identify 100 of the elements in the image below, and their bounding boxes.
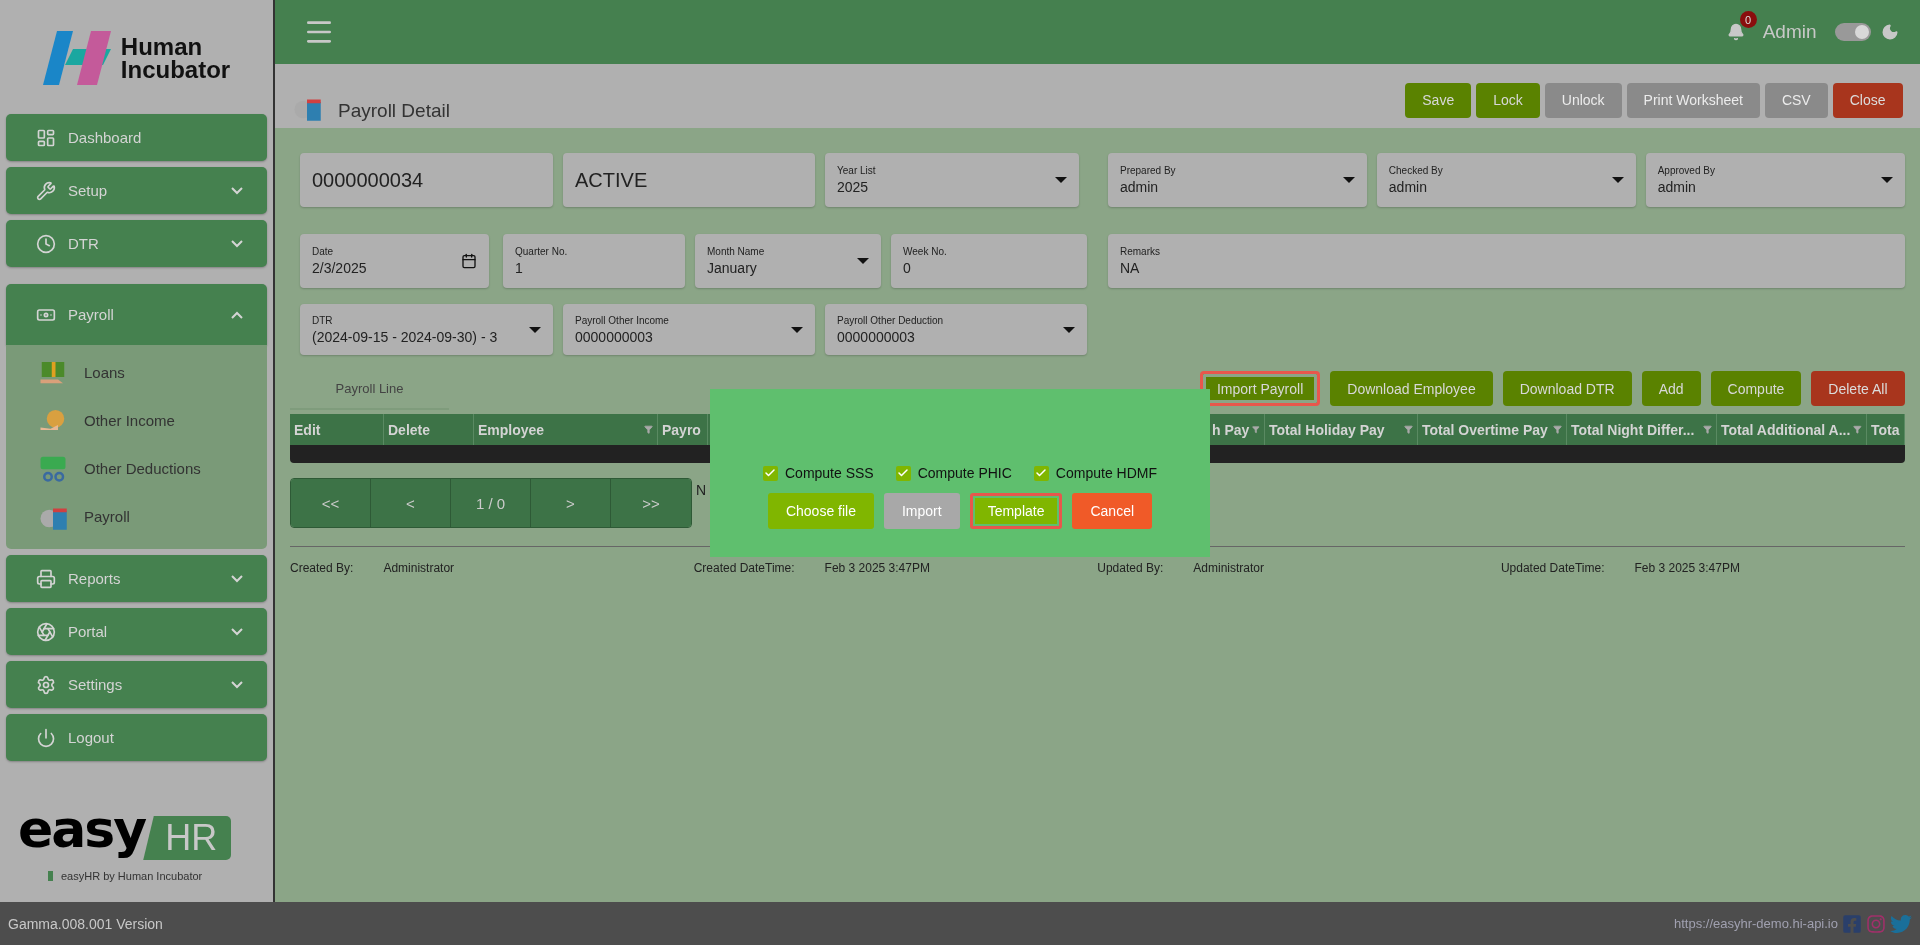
table-action-button[interactable]: Delete All [1811,371,1905,406]
sidebar-item[interactable]: Reports [6,555,267,602]
select-field[interactable]: DTR (2024-09-15 - 2024-09-30) - 3 [300,304,553,355]
dialog-button[interactable]: Choose file [767,493,874,529]
notification-count: 0 [1739,11,1757,28]
select-field[interactable]: Month Name January [695,234,881,288]
nav-icon [36,621,56,642]
page-button[interactable]: << [291,479,371,527]
audit-value: Administrator [1193,561,1264,575]
facebook-icon[interactable] [1842,913,1862,934]
submenu-item[interactable]: Other Deductions [6,453,267,483]
chevron-up-icon [231,310,243,319]
input-field[interactable]: ACTIVE [563,153,815,207]
input-field[interactable]: Remarks NA [1108,234,1905,288]
select-field[interactable]: Approved By admin [1645,153,1905,207]
tab[interactable]: Payroll Line [290,381,449,410]
table-note: N [696,482,707,498]
audit-value: Administrator [383,561,455,575]
nav-icon [36,127,56,148]
moon-icon [1880,23,1899,41]
chevron-down-icon [231,186,243,195]
version-text: Gamma.008.001 Version [8,915,163,932]
audit-value: Feb 3 2025 3:47PM [1634,561,1740,575]
user-name[interactable]: Admin [1762,21,1817,43]
dialog-button[interactable]: Cancel [1072,493,1153,529]
sidebar-item[interactable]: Payroll [6,284,267,345]
page-button[interactable]: >> [611,479,691,527]
action-button[interactable]: Close [1832,82,1903,118]
nav-icon [36,568,56,589]
checkbox-option[interactable]: Compute PHIC [895,465,1012,481]
sidebar-item[interactable]: Settings [6,661,267,708]
table-action-button[interactable]: Download DTR [1502,371,1632,406]
instagram-icon[interactable] [1866,913,1886,934]
select-field[interactable]: Payroll Other Deduction 0000000003 [825,304,1087,355]
chevron-down-icon [231,680,243,689]
checkbox[interactable] [895,465,911,481]
checkbox-option[interactable]: Compute SSS [763,465,874,481]
filter-icon[interactable] [1404,425,1413,434]
input-field[interactable]: 0000000034 [300,153,553,207]
page-button[interactable]: > [531,479,611,527]
logo-mark-icon [42,31,113,85]
page-title: Payroll Detail [338,100,450,122]
sidebar-item[interactable]: Dashboard [6,114,267,161]
submenu-item[interactable]: Payroll [6,501,267,531]
select-field[interactable]: Payroll Other Income 0000000003 [563,304,815,355]
filter-icon[interactable] [1553,425,1562,434]
audit-label: Updated By: [1097,561,1164,575]
audit-value: Feb 3 2025 3:47PM [824,561,930,575]
submenu-item[interactable]: Other Income [6,405,267,435]
checkbox[interactable] [1033,465,1049,481]
twitter-icon[interactable] [1890,912,1912,935]
select-field[interactable]: Prepared By admin [1108,153,1367,207]
table-action-button[interactable]: Download Employee [1330,371,1493,406]
input-field[interactable]: Quarter No. 1 [503,234,685,288]
calendar-icon [461,253,477,269]
nav-icon [36,727,56,748]
caret-icon [1880,177,1893,183]
site-link[interactable]: https://easyhr-demo.hi-api.io [1673,916,1838,931]
table-action-button[interactable]: Compute [1710,371,1802,406]
caret-icon [1063,326,1075,333]
caret-icon [1055,177,1067,183]
action-button[interactable]: Save [1405,82,1472,118]
logo-text: Human Incubator [120,35,231,81]
dialog-button[interactable]: Template [969,493,1063,529]
caret-icon [1611,177,1624,183]
caret-icon [791,326,803,333]
nav-icon [36,180,56,201]
select-field[interactable]: Checked By admin [1376,153,1636,207]
filter-icon[interactable] [1252,425,1260,434]
audit-label: Updated DateTime: [1500,561,1605,575]
input-field[interactable]: Week No. 0 [891,234,1087,288]
caret-icon [857,258,869,264]
nav-icon [36,233,56,254]
page-button[interactable]: 1 / 0 [451,479,531,527]
chevron-down-icon [231,574,243,583]
brand-wordmark: easy [18,798,146,860]
filter-icon[interactable] [1703,425,1712,434]
bell-icon[interactable] [1726,23,1745,41]
filter-icon[interactable] [644,425,653,434]
submenu-item[interactable]: Loans [6,357,267,387]
filter-icon[interactable] [1853,425,1862,434]
sidebar-item[interactable]: Portal [6,608,267,655]
table-action-button[interactable]: Import Payroll [1199,371,1321,406]
audit-label: Created DateTime: [693,561,795,575]
select-field[interactable]: Year List 2025 [825,153,1079,207]
sidebar-item[interactable]: DTR [6,220,267,267]
action-button[interactable]: Lock [1476,82,1540,118]
checkbox-option[interactable]: Compute HDMF [1033,465,1157,481]
caret-icon [529,326,541,333]
checkbox[interactable] [763,465,778,481]
sidebar-item[interactable]: Logout [6,714,267,761]
chevron-down-icon [231,239,243,248]
nav-icon [36,674,56,695]
page-button[interactable]: < [371,479,451,527]
sidebar-item[interactable]: Setup [6,167,267,214]
date-field[interactable]: Date 2/3/2025 [300,234,489,288]
audit-label: Created By: [290,561,354,575]
theme-toggle[interactable] [1834,23,1871,41]
caret-icon [1342,177,1355,183]
table-action-button[interactable]: Add [1641,371,1701,406]
